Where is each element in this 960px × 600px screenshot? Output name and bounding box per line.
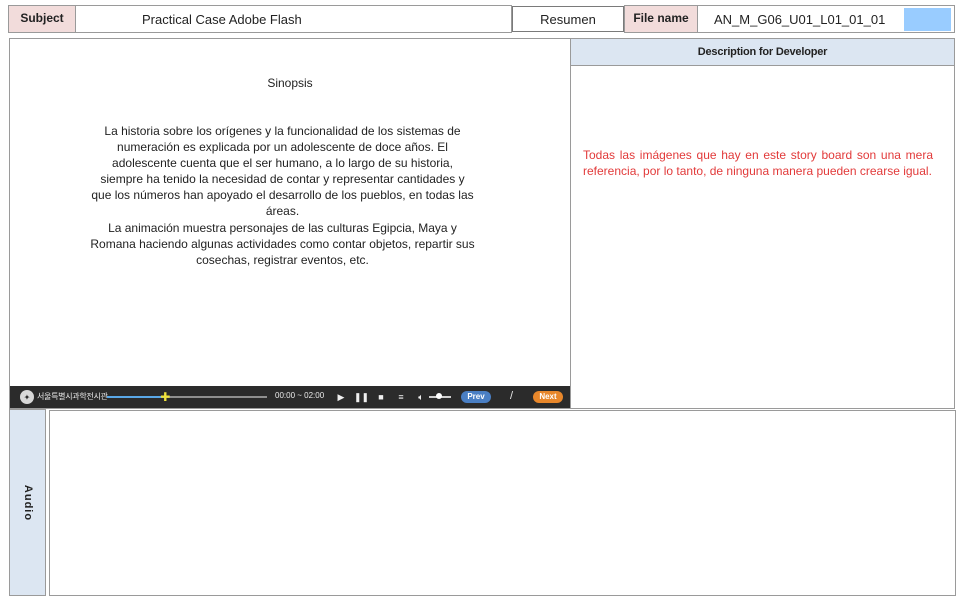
play-icon[interactable]: ▶ — [334, 390, 348, 404]
audio-label: Audio — [21, 484, 34, 521]
stop-icon[interactable]: ■ — [374, 390, 388, 404]
synopsis-paragraph: La animación muestra personajes de las c… — [90, 220, 475, 267]
color-swatch — [904, 8, 951, 31]
player-org-name: 서울특별시과학전시관 — [37, 392, 108, 401]
progress-thumb-icon[interactable]: ✚ — [160, 391, 172, 403]
tab-resumen[interactable]: Resumen — [512, 6, 624, 32]
player-time: 00:00 ~ 02:00 — [275, 391, 325, 400]
audio-panel[interactable] — [49, 410, 956, 596]
pause-icon[interactable]: ❚❚ — [354, 390, 369, 404]
progress-track[interactable]: ✚ — [107, 391, 267, 403]
subject-value: Practical Case Adobe Flash — [75, 5, 512, 33]
volume-thumb[interactable] — [436, 393, 442, 399]
synopsis-paragraph: La historia sobre los orígenes y la func… — [91, 124, 474, 219]
progress-fill — [107, 396, 167, 398]
prev-button[interactable]: Prev — [461, 391, 491, 403]
volume-icon[interactable]: 🔈︎ — [414, 390, 428, 404]
next-button[interactable]: Next — [533, 391, 563, 403]
audio-label-box: Audio — [9, 409, 46, 596]
developer-panel: Description for Developer Todas las imág… — [570, 38, 955, 409]
filename-label: File name — [624, 5, 698, 33]
seal-icon: ✦ — [20, 390, 34, 404]
screen-panel: Sinopsis La historia sobre los orígenes … — [9, 38, 571, 409]
player-bar: ✦ 서울특별시과학전시관 ✚ 00:00 ~ 02:00 ▶ ❚❚ ■ ≡ 🔈︎… — [10, 386, 570, 408]
synopsis-body: La historia sobre los orígenes y la func… — [90, 123, 475, 268]
synopsis-title: Sinopsis — [267, 76, 313, 90]
developer-note: Todas las imágenes que hay en este story… — [583, 148, 933, 178]
page-separator: / — [510, 390, 514, 402]
developer-header: Description for Developer — [571, 39, 954, 66]
list-icon[interactable]: ≡ — [394, 390, 408, 404]
subject-label: Subject — [8, 5, 76, 33]
